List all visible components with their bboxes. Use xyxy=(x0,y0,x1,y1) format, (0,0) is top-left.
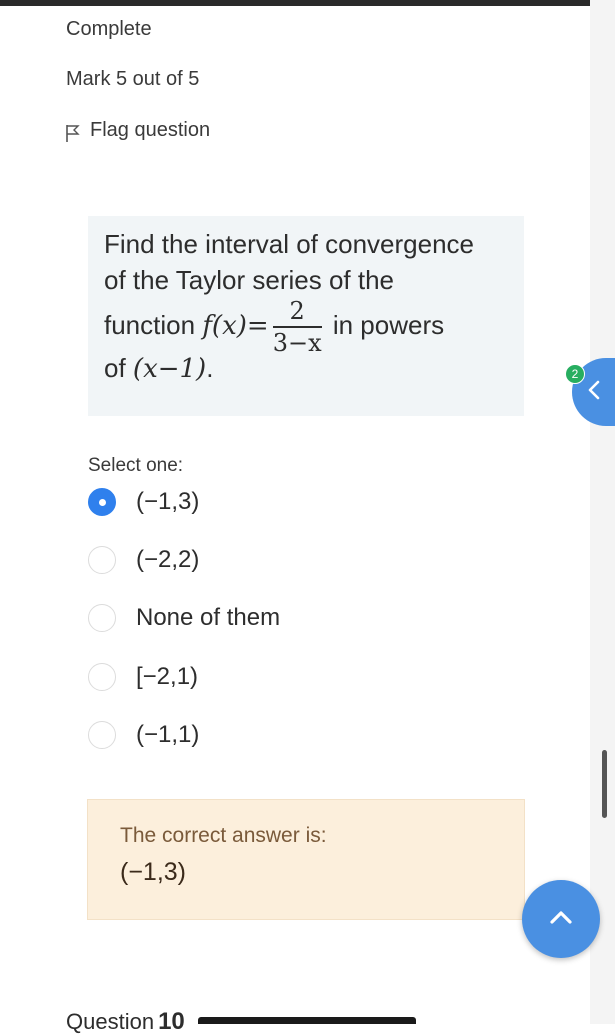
flag-question-button[interactable]: Flag question xyxy=(64,117,210,143)
feedback-title: The correct answer is: xyxy=(120,824,327,847)
next-question-number: 10 xyxy=(158,1008,185,1035)
equals-sign: = xyxy=(246,310,269,341)
fraction: 2 3−x xyxy=(272,298,322,357)
question-text-box: Find the interval of convergence of the … xyxy=(88,216,524,416)
answer-option-2[interactable]: (−2,2) xyxy=(88,544,199,576)
function-symbol: f(x) xyxy=(202,310,247,341)
fraction-denominator: 3−x xyxy=(272,329,322,357)
next-question-label: Question xyxy=(66,1009,155,1034)
question-in-powers: in powers xyxy=(332,309,445,340)
answer-option-3[interactable]: None of them xyxy=(88,602,280,634)
chevron-left-icon xyxy=(586,379,602,406)
radio-button[interactable] xyxy=(88,604,116,632)
question-line-3: function f(x)= 2 3−x in powers xyxy=(104,298,508,356)
next-question-heading: Question 10 xyxy=(66,1008,185,1036)
question-function-word: function xyxy=(104,309,196,340)
radio-button-checked[interactable] xyxy=(88,488,116,516)
question-state: Complete xyxy=(66,18,152,40)
option-label: (−1,3) xyxy=(136,488,200,515)
flag-question-label: Flag question xyxy=(90,118,211,141)
scrollbar-thumb[interactable] xyxy=(602,750,607,818)
flag-icon xyxy=(64,123,82,143)
answer-option-1[interactable]: (−1,3) xyxy=(88,486,199,518)
option-label: (−1,1) xyxy=(136,721,200,748)
center-expression: (x−1) xyxy=(132,354,207,384)
option-label: None of them xyxy=(136,604,281,631)
question-line-1: Find the interval of convergence xyxy=(104,229,474,259)
option-label: [−2,1) xyxy=(136,663,199,690)
chevron-up-icon xyxy=(548,908,574,931)
top-status-bar xyxy=(0,0,615,6)
question-mark: Mark 5 out of 5 xyxy=(66,68,200,90)
question-of-word: of xyxy=(104,353,126,383)
correct-answer-feedback: The correct answer is: (−1,3) xyxy=(87,799,525,920)
answer-option-4[interactable]: [−2,1) xyxy=(88,661,198,693)
answer-option-5[interactable]: (−1,1) xyxy=(88,719,199,751)
feedback-answer: (−1,3) xyxy=(120,858,187,886)
question-period: . xyxy=(206,353,214,383)
home-indicator-bar xyxy=(198,1017,416,1024)
page-gutter xyxy=(590,0,615,1024)
radio-button[interactable] xyxy=(88,663,116,691)
back-to-top-button[interactable] xyxy=(522,880,600,958)
question-line-2: of the Taylor series of the xyxy=(104,265,395,295)
radio-button[interactable] xyxy=(88,721,116,749)
option-label: (−2,2) xyxy=(136,546,200,573)
select-one-label: Select one: xyxy=(88,455,184,476)
drawer-badge: 2 xyxy=(565,364,585,384)
fraction-numerator: 2 xyxy=(272,298,322,328)
radio-button[interactable] xyxy=(88,546,116,574)
